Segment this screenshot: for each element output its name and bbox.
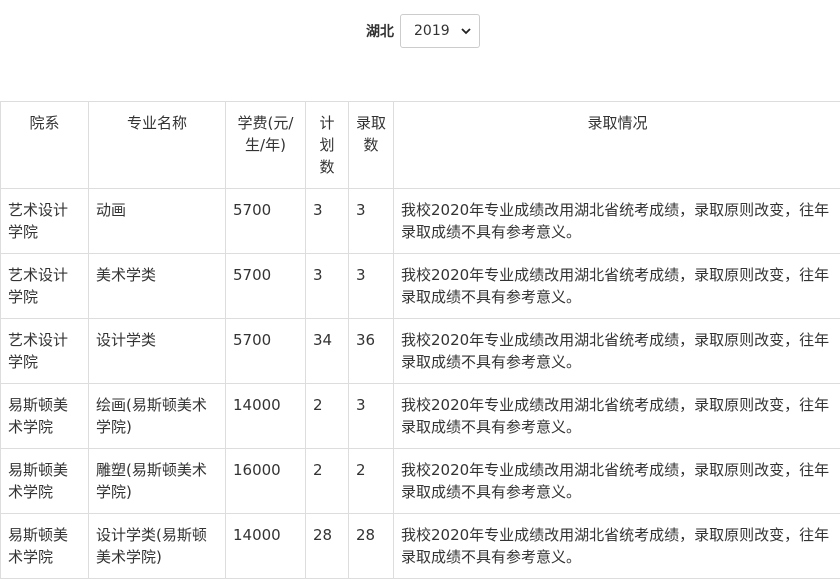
table-row: 艺术设计学院 美术学类 5700 3 3 我校2020年专业成绩改用湖北省统考成…: [1, 254, 840, 319]
cell-fee: 5700: [226, 319, 306, 384]
header-notes: 录取情况: [394, 102, 840, 189]
cell-fee: 14000: [226, 384, 306, 449]
province-label: 湖北: [366, 21, 394, 41]
cell-notes: 我校2020年专业成绩改用湖北省统考成绩，录取原则改变，往年录取成绩不具有参考意…: [394, 189, 840, 254]
filter-bar: 湖北 2019: [366, 14, 480, 48]
cell-dept: 易斯顿美术学院: [1, 514, 89, 579]
table-row: 易斯顿美术学院 绘画(易斯顿美术学院) 14000 2 3 我校2020年专业成…: [1, 384, 840, 449]
cell-admitted: 28: [349, 514, 394, 579]
table-header-row: 院系 专业名称 学费(元/生/年) 计划数 录取数 录取情况: [1, 102, 840, 189]
cell-notes: 我校2020年专业成绩改用湖北省统考成绩，录取原则改变，往年录取成绩不具有参考意…: [394, 254, 840, 319]
cell-plan: 28: [306, 514, 349, 579]
cell-fee: 16000: [226, 449, 306, 514]
cell-major: 设计学类(易斯顿美术学院): [89, 514, 226, 579]
table-row: 艺术设计学院 动画 5700 3 3 我校2020年专业成绩改用湖北省统考成绩，…: [1, 189, 840, 254]
cell-notes: 我校2020年专业成绩改用湖北省统考成绩，录取原则改变，往年录取成绩不具有参考意…: [394, 384, 840, 449]
cell-notes: 我校2020年专业成绩改用湖北省统考成绩，录取原则改变，往年录取成绩不具有参考意…: [394, 319, 840, 384]
table-row: 易斯顿美术学院 设计学类(易斯顿美术学院) 14000 28 28 我校2020…: [1, 514, 840, 579]
cell-major: 绘画(易斯顿美术学院): [89, 384, 226, 449]
cell-admitted: 2: [349, 449, 394, 514]
table-row: 易斯顿美术学院 雕塑(易斯顿美术学院) 16000 2 2 我校2020年专业成…: [1, 449, 840, 514]
cell-fee: 5700: [226, 254, 306, 319]
cell-admitted: 3: [349, 254, 394, 319]
cell-notes: 我校2020年专业成绩改用湖北省统考成绩，录取原则改变，往年录取成绩不具有参考意…: [394, 449, 840, 514]
table-row: 艺术设计学院 设计学类 5700 34 36 我校2020年专业成绩改用湖北省统…: [1, 319, 840, 384]
header-fee: 学费(元/生/年): [226, 102, 306, 189]
cell-dept: 易斯顿美术学院: [1, 449, 89, 514]
chevron-down-icon: [461, 28, 471, 35]
year-select[interactable]: 2019: [400, 14, 480, 48]
cell-major: 动画: [89, 189, 226, 254]
cell-admitted: 3: [349, 189, 394, 254]
cell-dept: 艺术设计学院: [1, 319, 89, 384]
cell-admitted: 3: [349, 384, 394, 449]
header-major: 专业名称: [89, 102, 226, 189]
cell-major: 雕塑(易斯顿美术学院): [89, 449, 226, 514]
cell-admitted: 36: [349, 319, 394, 384]
cell-dept: 易斯顿美术学院: [1, 384, 89, 449]
header-admitted: 录取数: [349, 102, 394, 189]
cell-major: 设计学类: [89, 319, 226, 384]
header-plan: 计划数: [306, 102, 349, 189]
cell-plan: 2: [306, 384, 349, 449]
cell-plan: 2: [306, 449, 349, 514]
cell-fee: 14000: [226, 514, 306, 579]
cell-plan: 3: [306, 189, 349, 254]
cell-dept: 艺术设计学院: [1, 189, 89, 254]
cell-plan: 34: [306, 319, 349, 384]
cell-fee: 5700: [226, 189, 306, 254]
cell-major: 美术学类: [89, 254, 226, 319]
cell-notes: 我校2020年专业成绩改用湖北省统考成绩，录取原则改变，往年录取成绩不具有参考意…: [394, 514, 840, 579]
cell-plan: 3: [306, 254, 349, 319]
header-dept: 院系: [1, 102, 89, 189]
admission-table: 院系 专业名称 学费(元/生/年) 计划数 录取数 录取情况 艺术设计学院 动画…: [0, 101, 840, 579]
cell-dept: 艺术设计学院: [1, 254, 89, 319]
year-select-value: 2019: [414, 23, 450, 39]
